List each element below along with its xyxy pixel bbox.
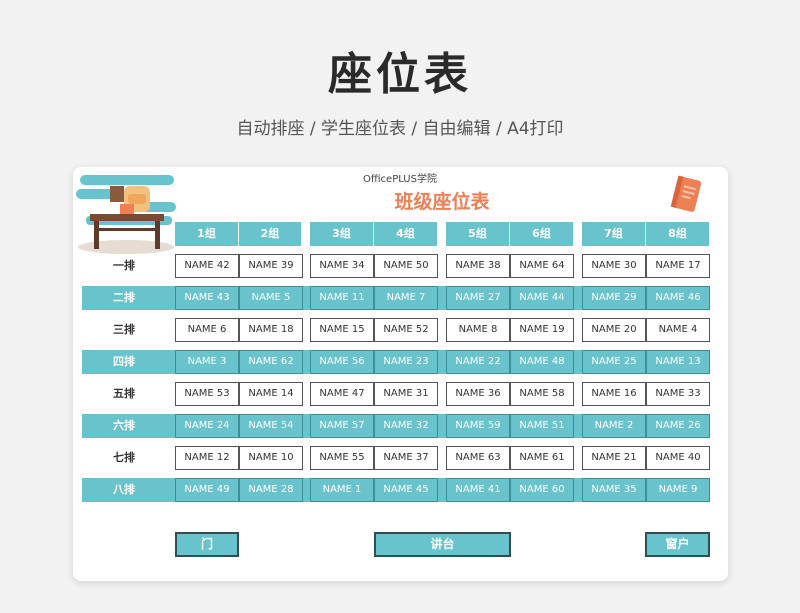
group-header-8: 8组 <box>646 222 710 246</box>
seat-cell[interactable]: NAME 59 <box>446 414 510 438</box>
seat-cell[interactable]: NAME 2 <box>582 414 646 438</box>
row-label-5: 五排 <box>113 387 135 400</box>
seat-cell[interactable]: NAME 43 <box>175 286 239 310</box>
door-button[interactable]: 门 <box>175 532 239 557</box>
seat-cell[interactable]: NAME 50 <box>374 254 438 278</box>
seat-cell[interactable]: NAME 58 <box>510 382 574 406</box>
seat-cell[interactable]: NAME 39 <box>239 254 303 278</box>
group-header-4: 4组 <box>374 222 438 246</box>
seat-cell[interactable]: NAME 3 <box>175 350 239 374</box>
page-title: 座位表 <box>328 49 472 100</box>
row-label-2: 二排 <box>113 291 135 304</box>
seat-cell[interactable]: NAME 28 <box>239 478 303 502</box>
seat-cell[interactable]: NAME 16 <box>582 382 646 406</box>
group-header-2: 2组 <box>239 222 302 246</box>
seat-cell[interactable]: NAME 34 <box>310 254 374 278</box>
seat-cell[interactable]: NAME 36 <box>446 382 510 406</box>
seat-cell[interactable]: NAME 10 <box>239 446 303 470</box>
group-header-7: 7组 <box>582 222 646 246</box>
seat-cell[interactable]: NAME 14 <box>239 382 303 406</box>
page-subtitle: 自动排座 / 学生座位表 / 自由编辑 / A4打印 <box>236 119 564 139</box>
brand-label: OfficePLUS学院 <box>363 174 437 185</box>
window-button[interactable]: 窗户 <box>645 532 710 557</box>
seat-cell[interactable]: NAME 1 <box>310 478 374 502</box>
group-header-1: 1组 <box>175 222 239 246</box>
seat-cell[interactable]: NAME 64 <box>510 254 574 278</box>
seat-cell[interactable]: NAME 12 <box>175 446 239 470</box>
seat-cell[interactable]: NAME 62 <box>239 350 303 374</box>
seat-cell[interactable]: NAME 45 <box>374 478 438 502</box>
seat-cell[interactable]: NAME 21 <box>582 446 646 470</box>
seat-cell[interactable]: NAME 11 <box>310 286 374 310</box>
seat-cell[interactable]: NAME 25 <box>582 350 646 374</box>
seat-cell[interactable]: NAME 9 <box>646 478 710 502</box>
seat-cell[interactable]: NAME 61 <box>510 446 574 470</box>
row-label-7: 七排 <box>113 451 135 464</box>
seat-cell[interactable]: NAME 18 <box>239 318 303 342</box>
seat-cell[interactable]: NAME 49 <box>175 478 239 502</box>
seat-cell[interactable]: NAME 17 <box>646 254 710 278</box>
seat-cell[interactable]: NAME 27 <box>446 286 510 310</box>
seat-cell[interactable]: NAME 44 <box>510 286 574 310</box>
seat-cell[interactable]: NAME 23 <box>374 350 438 374</box>
row-label-1: 一排 <box>113 259 135 272</box>
seat-cell[interactable]: NAME 8 <box>446 318 510 342</box>
seat-cell[interactable]: NAME 31 <box>374 382 438 406</box>
seat-cell[interactable]: NAME 20 <box>582 318 646 342</box>
seat-cell[interactable]: NAME 46 <box>646 286 710 310</box>
seat-cell[interactable]: NAME 7 <box>374 286 438 310</box>
seat-cell[interactable]: NAME 54 <box>239 414 303 438</box>
seat-cell[interactable]: NAME 51 <box>510 414 574 438</box>
seat-cell[interactable]: NAME 30 <box>582 254 646 278</box>
seat-cell[interactable]: NAME 24 <box>175 414 239 438</box>
seat-cell[interactable]: NAME 52 <box>374 318 438 342</box>
seat-cell[interactable]: NAME 5 <box>239 286 303 310</box>
seat-cell[interactable]: NAME 40 <box>646 446 710 470</box>
group-header-6: 6组 <box>510 222 574 246</box>
seat-cell[interactable]: NAME 47 <box>310 382 374 406</box>
seat-cell[interactable]: NAME 26 <box>646 414 710 438</box>
podium-button[interactable]: 讲台 <box>374 532 511 557</box>
seat-cell[interactable]: NAME 13 <box>646 350 710 374</box>
seat-cell[interactable]: NAME 32 <box>374 414 438 438</box>
row-label-4: 四排 <box>113 355 135 368</box>
row-label-6: 六排 <box>113 419 135 432</box>
seat-cell[interactable]: NAME 55 <box>310 446 374 470</box>
seat-cell[interactable]: NAME 6 <box>175 318 239 342</box>
seat-cell[interactable]: NAME 33 <box>646 382 710 406</box>
seat-cell[interactable]: NAME 4 <box>646 318 710 342</box>
seat-cell[interactable]: NAME 42 <box>175 254 239 278</box>
seat-cell[interactable]: NAME 15 <box>310 318 374 342</box>
seat-cell[interactable]: NAME 35 <box>582 478 646 502</box>
seat-cell[interactable]: NAME 22 <box>446 350 510 374</box>
seat-cell[interactable]: NAME 57 <box>310 414 374 438</box>
seat-cell[interactable]: NAME 48 <box>510 350 574 374</box>
seat-cell[interactable]: NAME 56 <box>310 350 374 374</box>
group-header-5: 5组 <box>446 222 510 246</box>
seat-cell[interactable]: NAME 38 <box>446 254 510 278</box>
seat-cell[interactable]: NAME 63 <box>446 446 510 470</box>
seat-cell[interactable]: NAME 29 <box>582 286 646 310</box>
sheet-title: 班级座位表 <box>394 191 490 213</box>
seat-cell[interactable]: NAME 60 <box>510 478 574 502</box>
group-header-3: 3组 <box>310 222 374 246</box>
row-label-3: 三排 <box>113 323 135 336</box>
seat-cell[interactable]: NAME 53 <box>175 382 239 406</box>
seat-cell[interactable]: NAME 37 <box>374 446 438 470</box>
row-label-8: 八排 <box>113 483 135 496</box>
seat-cell[interactable]: NAME 41 <box>446 478 510 502</box>
seat-cell[interactable]: NAME 19 <box>510 318 574 342</box>
